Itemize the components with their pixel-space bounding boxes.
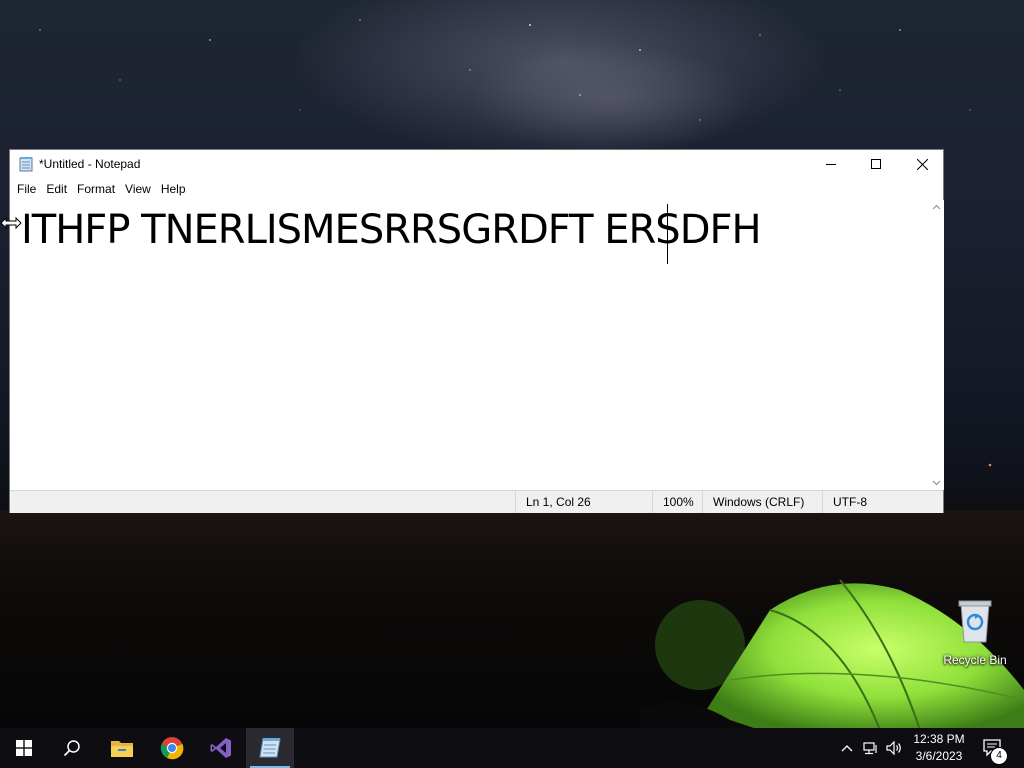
clock-time: 12:38 PM (913, 732, 965, 746)
status-position: Ln 1, Col 26 (515, 491, 591, 513)
menu-bar: File Edit Format View Help (10, 178, 943, 200)
scroll-down-icon[interactable] (932, 478, 941, 487)
window-title: *Untitled - Notepad (39, 157, 141, 171)
minimize-icon (826, 164, 836, 165)
taskbar: 12:38 PM 3/6/2023 4 (0, 728, 1024, 768)
visual-studio-icon (210, 738, 231, 758)
search-button[interactable] (48, 728, 96, 768)
notepad-icon (259, 738, 281, 758)
show-hidden-icons-button[interactable] (839, 740, 855, 756)
maximize-button[interactable] (853, 150, 899, 178)
volume-button[interactable] (886, 740, 902, 756)
file-explorer-icon (111, 741, 133, 757)
scroll-up-icon[interactable] (932, 203, 941, 212)
start-icon (16, 740, 32, 756)
network-button[interactable] (863, 740, 879, 756)
status-line-ending: Windows (CRLF) (702, 491, 804, 513)
taskbar-visual-studio[interactable] (197, 728, 245, 768)
start-button[interactable] (0, 728, 48, 768)
status-bar: Ln 1, Col 26 100% Windows (CRLF) UTF-8 (10, 490, 943, 513)
menu-file[interactable]: File (12, 182, 41, 196)
recycle-bin-label: Recycle Bin (943, 653, 1007, 667)
menu-format[interactable]: Format (72, 182, 120, 196)
close-button[interactable] (899, 150, 945, 178)
recycle-bin-icon (958, 600, 992, 643)
text-caret (667, 204, 668, 264)
notepad-window[interactable]: *Untitled - Notepad File Edit Format Vie… (9, 149, 944, 513)
search-icon (63, 740, 80, 757)
minimize-button[interactable] (808, 150, 854, 178)
clock-date: 3/6/2023 (915, 749, 963, 763)
status-zoom: 100% (652, 491, 694, 513)
status-encoding: UTF-8 (822, 491, 867, 513)
close-icon (916, 158, 928, 170)
chrome-icon (160, 737, 184, 760)
vertical-scrollbar[interactable] (929, 200, 944, 490)
speaker-icon (886, 741, 901, 755)
recycle-bin-desktop-icon[interactable]: Recycle Bin (940, 598, 1010, 667)
menu-edit[interactable]: Edit (41, 182, 72, 196)
resize-cursor-icon (0, 216, 22, 230)
maximize-icon (871, 159, 881, 169)
menu-help[interactable]: Help (156, 182, 191, 196)
taskbar-notepad[interactable] (246, 728, 294, 768)
text-editor[interactable]: ITHFP TNERLISMESRRSGRDFT ERSDFH (10, 200, 929, 490)
notepad-app-icon (19, 157, 33, 172)
taskbar-file-explorer[interactable] (98, 728, 146, 768)
title-bar[interactable]: *Untitled - Notepad (10, 150, 943, 178)
taskbar-chrome[interactable] (148, 728, 196, 768)
menu-view[interactable]: View (120, 182, 156, 196)
editor-content[interactable]: ITHFP TNERLISMESRRSGRDFT ERSDFH (21, 207, 762, 253)
notification-count-badge: 4 (990, 747, 1008, 765)
chevron-up-icon (841, 745, 853, 752)
system-clock[interactable]: 12:38 PM 3/6/2023 (906, 731, 972, 765)
network-icon (863, 742, 877, 755)
